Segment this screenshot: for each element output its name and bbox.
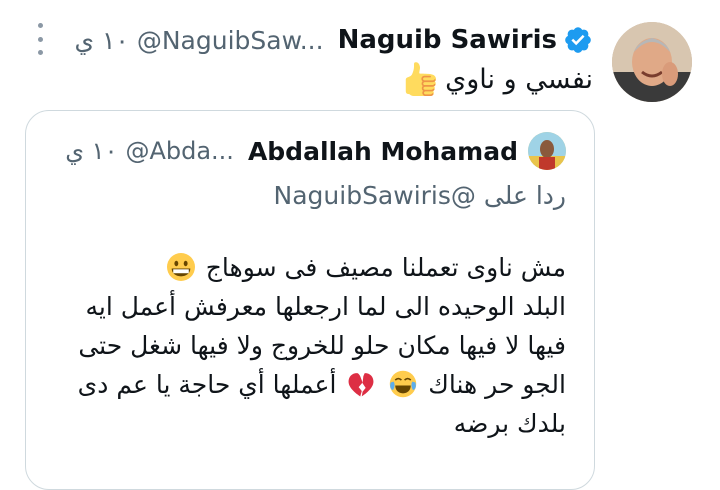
thumbs-up-emoji — [403, 62, 437, 96]
tweet[interactable]: ١٠ ي @NaguibSaw... Naguib Sawiris نفسي و… — [0, 0, 720, 490]
quote-line: مش ناوى تعملنا مصيف فى سوهاج — [46, 248, 566, 287]
quoted-tweet-header: ١٠ ي @Abda... Abdallah Mohamad — [65, 131, 566, 171]
reply-context: ردا على @NaguibSawiris — [274, 181, 566, 210]
quote-line-text: بلدك برضه — [453, 409, 566, 438]
quoted-tweet[interactable]: ١٠ ي @Abda... Abdallah Mohamad ردا على @… — [25, 110, 595, 490]
quoted-tweet-text: مش ناوى تعملنا مصيف فى سوهاج البلد الوحي… — [46, 248, 566, 443]
quote-line-text: البلد الوحيده الى لما ارجعلها معرفش أعمل… — [85, 292, 567, 321]
quote-line: الجو حر هناك أعملها أي حاجة يا عم دى — [46, 365, 566, 404]
quote-line: البلد الوحيده الى لما ارجعلها معرفش أعمل… — [46, 287, 567, 326]
quote-line: بلدك برضه — [46, 404, 566, 443]
quote-line-text: الجو حر هناك — [428, 370, 566, 399]
quoted-author-name[interactable]: Abdallah Mohamad — [248, 137, 518, 166]
verified-badge-icon — [563, 25, 593, 55]
more-options-icon[interactable] — [30, 23, 50, 55]
quote-line-text: فيها لا فيها مكان حلو للخروج ولا فيها شغ… — [78, 331, 566, 360]
tears-of-joy-emoji — [389, 370, 417, 398]
author-name[interactable]: Naguib Sawiris — [338, 25, 557, 55]
author-handle[interactable]: @NaguibSaw... — [137, 26, 324, 55]
tweet-time[interactable]: ١٠ ي — [74, 26, 128, 55]
tweet-text: نفسي و ناوي — [403, 62, 593, 96]
tweet-text-content: نفسي و ناوي — [445, 63, 593, 95]
broken-heart-emoji — [347, 370, 375, 398]
reply-mention[interactable]: @NaguibSawiris — [274, 181, 476, 210]
quoted-author-handle[interactable]: @Abda... — [125, 137, 233, 165]
grinning-face-emoji — [166, 253, 195, 281]
reply-prefix: ردا على — [483, 181, 566, 210]
quoted-author-avatar[interactable] — [528, 132, 566, 170]
quote-line-text: مش ناوى تعملنا مصيف فى سوهاج — [205, 253, 566, 282]
quote-line: فيها لا فيها مكان حلو للخروج ولا فيها شغ… — [46, 326, 566, 365]
quote-line-text: أعملها أي حاجة يا عم دى — [77, 370, 337, 399]
tweet-header: ١٠ ي @NaguibSaw... Naguib Sawiris — [74, 20, 593, 60]
author-avatar[interactable] — [612, 22, 692, 102]
quoted-tweet-time[interactable]: ١٠ ي — [65, 137, 117, 165]
